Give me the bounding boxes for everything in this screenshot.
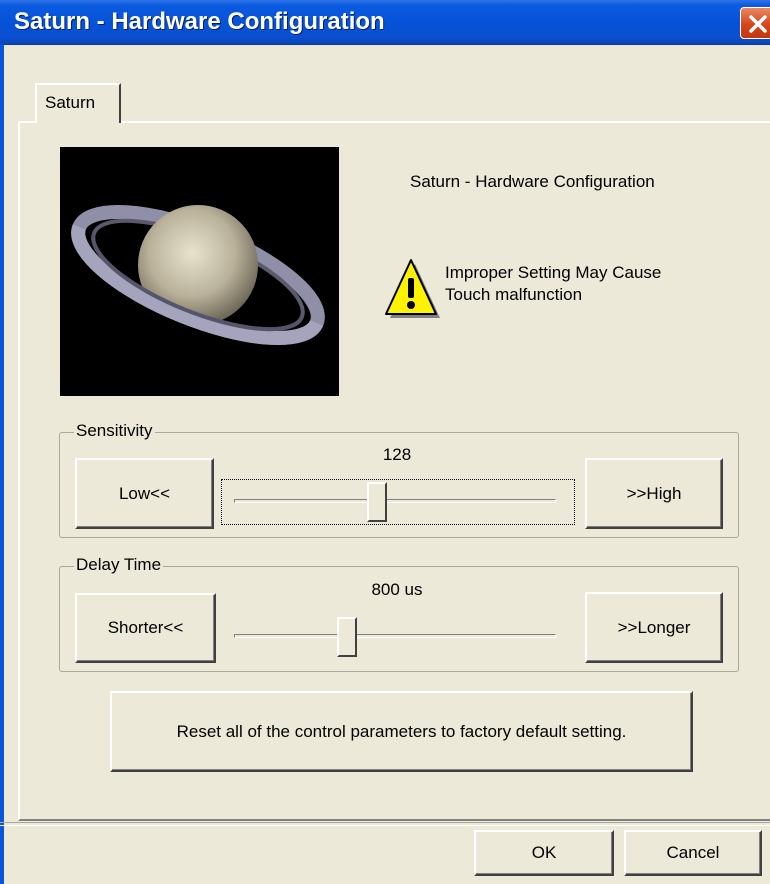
delay-longer-button[interactable]: >>Longer <box>585 592 723 663</box>
sensitivity-group-label: Sensitivity <box>74 421 155 441</box>
page-heading: Saturn - Hardware Configuration <box>410 172 655 191</box>
sensitivity-slider-thumb[interactable] <box>366 482 387 522</box>
delay-shorter-button[interactable]: Shorter<< <box>75 593 216 663</box>
window-frame <box>0 44 4 884</box>
sensitivity-value: 128 <box>382 445 412 464</box>
warning-text: Improper Setting May Cause Touch malfunc… <box>445 262 661 306</box>
close-button[interactable] <box>740 7 770 39</box>
title-bar[interactable]: Saturn - Hardware Configuration <box>0 0 770 45</box>
ok-button[interactable]: OK <box>474 830 614 876</box>
delay-slider-track[interactable] <box>234 634 556 638</box>
cancel-button[interactable]: Cancel <box>624 830 762 876</box>
tab-label: Saturn <box>45 93 96 112</box>
sensitivity-high-button[interactable]: >>High <box>585 458 723 529</box>
saturn-image <box>60 147 339 396</box>
sensitivity-slider-track[interactable] <box>234 499 556 503</box>
reset-defaults-button[interactable]: Reset all of the control parameters to f… <box>110 691 693 772</box>
tab-saturn[interactable]: Saturn <box>35 83 121 123</box>
footer-divider <box>0 822 770 826</box>
warning-line-1: Improper Setting May Cause <box>445 263 662 282</box>
delay-group-label: Delay Time <box>74 555 164 575</box>
warning-icon <box>383 258 443 329</box>
window-title: Saturn - Hardware Configuration <box>14 8 385 35</box>
delay-value: 800 us <box>371 580 423 599</box>
warning-line-2: Touch malfunction <box>445 285 583 304</box>
close-icon <box>749 15 767 33</box>
sensitivity-low-button[interactable]: Low<< <box>75 458 214 529</box>
delay-slider-thumb[interactable] <box>336 617 357 657</box>
